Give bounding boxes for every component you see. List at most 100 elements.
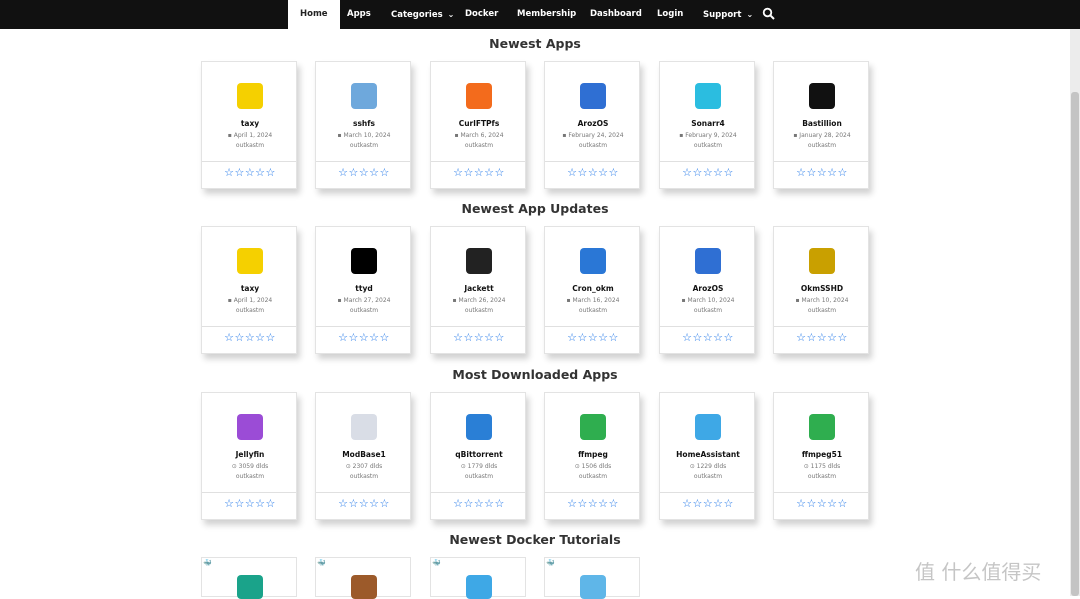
card-divider (660, 492, 754, 493)
tutorial-card[interactable]: 🐳 (315, 557, 411, 599)
app-author[interactable]: outkastm (431, 142, 527, 149)
rating-stars[interactable]: ☆☆☆☆☆ (774, 497, 870, 510)
app-card[interactable]: Jackett ▪ March 26, 2024 outkastm ☆☆☆☆☆ (430, 226, 526, 354)
app-author[interactable]: outkastm (545, 473, 641, 480)
rating-stars[interactable]: ☆☆☆☆☆ (774, 166, 870, 179)
app-name[interactable]: sshfs (316, 119, 412, 128)
ffmpeg-logo-icon (580, 414, 606, 440)
app-author[interactable]: outkastm (660, 473, 756, 480)
app-card[interactable]: ArozOS ▪ March 10, 2024 outkastm ☆☆☆☆☆ (659, 226, 755, 354)
nav-membership[interactable]: Membership (517, 0, 576, 29)
app-name[interactable]: Jellyfin (202, 450, 298, 459)
home-assistant-logo-icon (466, 575, 492, 599)
app-name[interactable]: ttyd (316, 284, 412, 293)
app-author[interactable]: outkastm (202, 307, 298, 314)
app-author[interactable]: outkastm (316, 142, 412, 149)
app-card[interactable]: ffmpeg51 ⊙ 1175 dlds outkastm ☆☆☆☆☆ (773, 392, 869, 520)
app-author[interactable]: outkastm (202, 473, 298, 480)
rating-stars[interactable]: ☆☆☆☆☆ (202, 331, 298, 344)
rating-stars[interactable]: ☆☆☆☆☆ (431, 331, 527, 344)
app-card[interactable]: HomeAssistant ⊙ 1229 dlds outkastm ☆☆☆☆☆ (659, 392, 755, 520)
app-name[interactable]: CurlFTPfs (431, 119, 527, 128)
rating-stars[interactable]: ☆☆☆☆☆ (545, 331, 641, 344)
app-author[interactable]: outkastm (202, 142, 298, 149)
rating-stars[interactable]: ☆☆☆☆☆ (316, 497, 412, 510)
app-card[interactable]: ttyd ▪ March 27, 2024 outkastm ☆☆☆☆☆ (315, 226, 411, 354)
app-name[interactable]: OkmSSHD (774, 284, 870, 293)
app-name[interactable]: taxy (202, 284, 298, 293)
nav-support[interactable]: Support ⌄ (703, 0, 753, 29)
section-title-docker-tutorials: Newest Docker Tutorials (449, 532, 621, 547)
app-card[interactable]: taxy ▪ April 1, 2024 outkastm ☆☆☆☆☆ (201, 226, 297, 354)
nav-docker[interactable]: Docker (465, 0, 498, 29)
app-name[interactable]: HomeAssistant (660, 450, 756, 459)
app-name[interactable]: Cron_okm (545, 284, 641, 293)
tutorial-card[interactable]: 🐳 (201, 557, 297, 599)
rating-stars[interactable]: ☆☆☆☆☆ (660, 497, 756, 510)
app-name[interactable]: Jackett (431, 284, 527, 293)
app-author[interactable]: outkastm (660, 142, 756, 149)
jackett-logo-icon (466, 248, 492, 274)
nav-dashboard[interactable]: Dashboard (590, 0, 642, 29)
app-card[interactable]: qBittorrent ⊙ 1779 dlds outkastm ☆☆☆☆☆ (430, 392, 526, 520)
app-author[interactable]: outkastm (774, 307, 870, 314)
rating-stars[interactable]: ☆☆☆☆☆ (431, 497, 527, 510)
app-author[interactable]: outkastm (660, 307, 756, 314)
app-card[interactable]: OkmSSHD ▪ March 10, 2024 outkastm ☆☆☆☆☆ (773, 226, 869, 354)
app-card[interactable]: taxy ▪ April 1, 2024 outkastm ☆☆☆☆☆ (201, 61, 297, 189)
app-card[interactable]: Bastillion ▪ January 28, 2024 outkastm ☆☆☆☆… (773, 61, 869, 189)
app-meta: ▪ April 1, 2024 (202, 297, 298, 304)
app-author[interactable]: outkastm (316, 307, 412, 314)
rating-stars[interactable]: ☆☆☆☆☆ (545, 497, 641, 510)
card-divider (774, 161, 868, 162)
page-scrollbar-thumb[interactable] (1071, 92, 1079, 596)
rating-stars[interactable]: ☆☆☆☆☆ (431, 166, 527, 179)
app-author[interactable]: outkastm (545, 307, 641, 314)
app-card[interactable]: Sonarr4 ▪ February 9, 2024 outkastm ☆☆☆☆☆ (659, 61, 755, 189)
tutorial-card[interactable]: 🐳 (430, 557, 526, 599)
rating-stars[interactable]: ☆☆☆☆☆ (316, 166, 412, 179)
app-name[interactable]: ModBase1 (316, 450, 412, 459)
app-name[interactable]: ArozOS (545, 119, 641, 128)
tutorial-card[interactable]: 🐳 (544, 557, 640, 599)
bastillion-logo-icon (809, 83, 835, 109)
search-icon[interactable] (762, 7, 776, 21)
nav-login[interactable]: Login (657, 0, 683, 29)
app-name[interactable]: Bastillion (774, 119, 870, 128)
app-name[interactable]: ffmpeg (545, 450, 641, 459)
app-card[interactable]: CurlFTPfs ▪ March 6, 2024 outkastm ☆☆☆☆☆ (430, 61, 526, 189)
app-name[interactable]: qBittorrent (431, 450, 527, 459)
card-divider (660, 161, 754, 162)
app-name[interactable]: Sonarr4 (660, 119, 756, 128)
card-divider (202, 326, 296, 327)
rating-stars[interactable]: ☆☆☆☆☆ (660, 331, 756, 344)
app-author[interactable]: outkastm (431, 473, 527, 480)
rating-stars[interactable]: ☆☆☆☆☆ (202, 166, 298, 179)
app-card[interactable]: ffmpeg ⊙ 1506 dlds outkastm ☆☆☆☆☆ (544, 392, 640, 520)
app-card[interactable]: Cron_okm ▪ March 16, 2024 outkastm ☆☆☆☆☆ (544, 226, 640, 354)
app-author[interactable]: outkastm (774, 142, 870, 149)
app-card[interactable]: Jellyfin ⊙ 3059 dlds outkastm ☆☆☆☆☆ (201, 392, 297, 520)
app-name[interactable]: ArozOS (660, 284, 756, 293)
rating-stars[interactable]: ☆☆☆☆☆ (316, 331, 412, 344)
rating-stars[interactable]: ☆☆☆☆☆ (774, 331, 870, 344)
app-name[interactable]: taxy (202, 119, 298, 128)
nav-categories[interactable]: Categories ⌄ (391, 0, 454, 29)
app-meta: ⊙ 1506 dlds (545, 463, 641, 470)
app-author[interactable]: outkastm (316, 473, 412, 480)
app-name[interactable]: ffmpeg51 (774, 450, 870, 459)
app-meta: ▪ March 10, 2024 (660, 297, 756, 304)
app-author[interactable]: outkastm (545, 142, 641, 149)
app-author[interactable]: outkastm (774, 473, 870, 480)
rating-stars[interactable]: ☆☆☆☆☆ (202, 497, 298, 510)
app-author[interactable]: outkastm (431, 307, 527, 314)
rating-stars[interactable]: ☆☆☆☆☆ (545, 166, 641, 179)
rating-stars[interactable]: ☆☆☆☆☆ (660, 166, 756, 179)
app-card[interactable]: ModBase1 ⊙ 2307 dlds outkastm ☆☆☆☆☆ (315, 392, 411, 520)
nav-home[interactable]: Home (288, 0, 340, 29)
sonarr-logo-icon (695, 83, 721, 109)
app-card[interactable]: ArozOS ▪ February 24, 2024 outkastm ☆☆☆☆☆ (544, 61, 640, 189)
app-card[interactable]: sshfs ▪ March 10, 2024 outkastm ☆☆☆☆☆ (315, 61, 411, 189)
app-meta: ⊙ 3059 dlds (202, 463, 298, 470)
nav-apps[interactable]: Apps (347, 0, 371, 29)
